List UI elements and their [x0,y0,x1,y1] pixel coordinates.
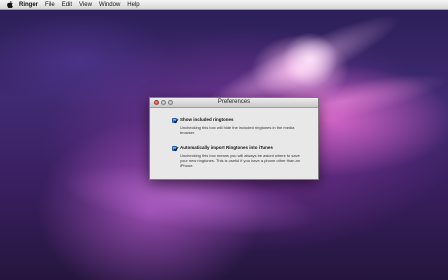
show-ringtones-checkbox[interactable] [172,118,179,124]
window-title: Preferences [217,99,251,105]
menu-file[interactable]: File [45,0,55,10]
menu-view[interactable]: View [79,0,92,10]
menu-bar: Ringer File Edit View Window Help [0,0,448,10]
auto-import-label[interactable]: Automatically import Ringtones into iTun… [180,145,273,150]
desktop: Ringer File Edit View Window Help Prefer… [0,0,448,280]
show-ringtones-label[interactable]: Show included ringtones [180,117,234,122]
menu-edit[interactable]: Edit [62,0,72,10]
auto-import-checkbox[interactable] [172,146,179,152]
auto-import-description: Unchecking this box means you will alway… [180,153,301,169]
menu-window[interactable]: Window [99,0,120,10]
checkmark-icon [173,118,179,124]
menu-help[interactable]: Help [127,0,139,10]
apple-menu-icon[interactable] [7,1,13,8]
preferences-window: Preferences Show included ringtones Unch… [149,97,319,180]
show-ringtones-description: Unchecking this box will hide the includ… [180,125,295,136]
window-titlebar[interactable]: Preferences [150,98,318,108]
menu-app-name[interactable]: Ringer [19,0,38,10]
wallpaper-streak [280,30,340,90]
checkmark-icon [173,146,179,152]
